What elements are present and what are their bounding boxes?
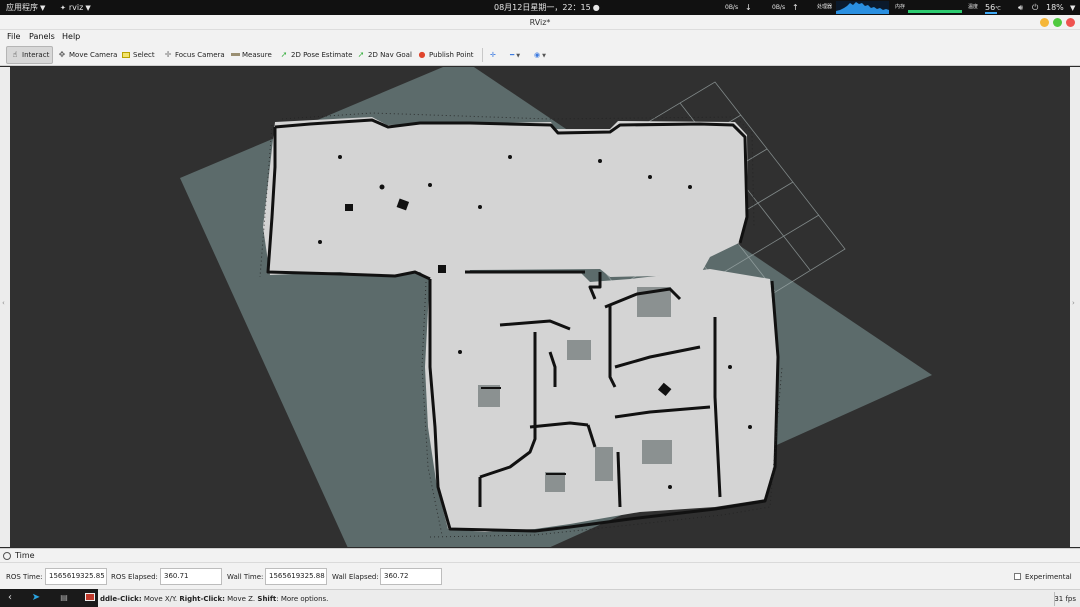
tool-move-camera-label: Move Camera [69, 51, 118, 59]
map-render [180, 67, 932, 547]
tool-2d-pose-estimate-label: 2D Pose Estimate [291, 51, 353, 59]
apps-menu[interactable]: 应用程序 ▼ [6, 0, 45, 15]
status-bar: ddle-Click: Move X/Y. Right-Click: Move … [0, 589, 1080, 607]
download-arrow-icon: ↓ [745, 3, 752, 12]
terminal-icon[interactable] [82, 589, 98, 607]
chevron-down-icon: ▼ [85, 4, 91, 12]
wall-elapsed-field[interactable]: 360.72 [380, 568, 442, 585]
fps-counter: 31 fps [1054, 595, 1076, 603]
volume-icon[interactable]: 🔊︎ [1018, 0, 1023, 15]
focus-camera-icon: ✛ [164, 50, 172, 59]
chevron-left-icon: ‹ [2, 299, 5, 307]
tool-measure-label: Measure [242, 51, 272, 59]
clock[interactable]: 08月12日星期一，22：15 ● [494, 0, 600, 15]
tool-2d-nav-goal-label: 2D Nav Goal [368, 51, 412, 59]
tool-publish-point-label: Publish Point [429, 51, 474, 59]
right-click-text: Move Z. [227, 595, 256, 603]
wall-time-label: Wall Time: [227, 573, 264, 581]
close-button[interactable] [1066, 18, 1075, 27]
tool-focus-camera-label: Focus Camera [175, 51, 225, 59]
menu-bar: File Panels Help [0, 30, 1080, 44]
system-top-bar: 应用程序 ▼ ✦ rviz ▼ 08月12日星期一，22：15 ● 0B/s ↓ 0B/… [0, 0, 1080, 15]
window-title: RViz* [529, 18, 551, 27]
temperature-label: 温度 [968, 4, 979, 10]
tool-measure[interactable]: Measure [227, 46, 275, 64]
left-panel-collapse-bar[interactable]: ‹ [0, 67, 10, 547]
tool-move-camera[interactable]: ✥ Move Camera [54, 46, 120, 64]
add-tool-icon[interactable]: ✛ [487, 46, 499, 64]
select-icon [121, 46, 131, 64]
tool-select[interactable]: Select [118, 46, 158, 64]
active-app-label: rviz [68, 3, 84, 12]
remove-tool-icon[interactable]: ━ ▼ [507, 46, 523, 64]
right-panel-collapse-bar[interactable]: › [1070, 67, 1080, 547]
map-pin-icon: ● [418, 50, 426, 59]
menu-panels[interactable]: Panels [29, 30, 55, 44]
tool-select-label: Select [133, 51, 155, 59]
shift-text: : More options. [276, 595, 329, 603]
time-panel-title: Time [15, 551, 35, 560]
middle-click-text: Move X/Y. [143, 595, 178, 603]
tool-bar: ☝ Interact ✥ Move Camera Select ✛ Focus Cam… [0, 44, 1080, 66]
power-icon[interactable]: ⏻ [1032, 0, 1038, 15]
apps-menu-label: 应用程序 [6, 3, 38, 12]
middle-click-label: ddle-Click: [100, 595, 142, 603]
ros-time-label: ROS Time: [6, 573, 43, 581]
view-options-icon[interactable]: ◉ ▼ [531, 46, 549, 64]
cursor-icon: ☝ [12, 50, 18, 59]
dock-taskbar: ‹ ➤ ▤ [0, 589, 98, 607]
tool-2d-pose-estimate[interactable]: ➚ 2D Pose Estimate [276, 46, 355, 64]
ruler-icon [230, 46, 240, 64]
memory-label: 内存 [895, 4, 906, 10]
tool-2d-nav-goal[interactable]: ➚ 2D Nav Goal [353, 46, 415, 64]
toolbar-divider [482, 48, 483, 62]
ros-elapsed-field[interactable]: 360.71 [160, 568, 222, 585]
tool-focus-camera[interactable]: ✛ Focus Camera [160, 46, 228, 64]
battery-percent: 18% [1046, 3, 1064, 12]
maximize-button[interactable] [1053, 18, 1062, 27]
menu-help[interactable]: Help [62, 30, 80, 44]
wall-time-field[interactable]: 1565619325.88 [265, 568, 327, 585]
net-down-speed: 0B/s [725, 4, 739, 11]
files-icon[interactable]: ▤ [56, 589, 72, 607]
temperature-value: 56 [985, 3, 996, 12]
active-app-menu[interactable]: ✦ rviz ▼ [60, 0, 91, 15]
temperature-readout: 56℃ [985, 0, 1001, 15]
app-icon: ✦ [60, 4, 66, 12]
chevron-down-icon: ▼ [40, 4, 46, 12]
temperature-unit: ℃ [995, 6, 1001, 12]
net-up-speed: 0B/s [772, 4, 786, 11]
cpu-usage-graph [836, 1, 889, 14]
chevron-right-icon: › [1072, 299, 1075, 307]
chevron-down-icon[interactable]: ▼ [1068, 0, 1075, 15]
cpu-label: 处理器 [817, 4, 833, 10]
pose-arrow-icon: ➚ [280, 50, 288, 59]
tool-interact-label: Interact [22, 51, 50, 59]
tool-publish-point[interactable]: ● Publish Point [414, 46, 477, 64]
status-hint: ddle-Click: Move X/Y. Right-Click: Move … [100, 590, 328, 607]
tool-interact[interactable]: ☝ Interact [6, 46, 54, 64]
wall-elapsed-label: Wall Elapsed: [332, 573, 379, 581]
experimental-label: Experimental [1025, 573, 1072, 581]
clock-icon [3, 552, 11, 560]
minimize-button[interactable] [1040, 18, 1049, 27]
ros-time-field[interactable]: 1565619325.85 [45, 568, 107, 585]
window-title-bar[interactable]: RViz* [0, 15, 1080, 30]
time-panel-header: Time [0, 549, 1080, 563]
notification-dot-icon: ● [592, 3, 600, 12]
ros-elapsed-label: ROS Elapsed: [111, 573, 158, 581]
back-arrow-icon[interactable]: ‹ [2, 589, 18, 607]
memory-usage-bar [908, 10, 962, 13]
time-panel: Time ROS Time: 1565619325.85 ROS Elapsed… [0, 548, 1080, 589]
upload-arrow-icon: ↑ [792, 3, 799, 12]
right-click-label: Right-Click: [179, 595, 225, 603]
move-camera-icon: ✥ [58, 50, 66, 59]
shift-label: Shift [257, 595, 277, 603]
telegram-icon[interactable]: ➤ [28, 589, 44, 607]
datetime-label: 08月12日星期一，22：15 [494, 3, 591, 12]
3d-render-view[interactable] [10, 67, 1070, 547]
nav-arrow-icon: ➚ [357, 50, 365, 59]
experimental-checkbox[interactable] [1014, 573, 1021, 580]
menu-file[interactable]: File [7, 30, 20, 44]
